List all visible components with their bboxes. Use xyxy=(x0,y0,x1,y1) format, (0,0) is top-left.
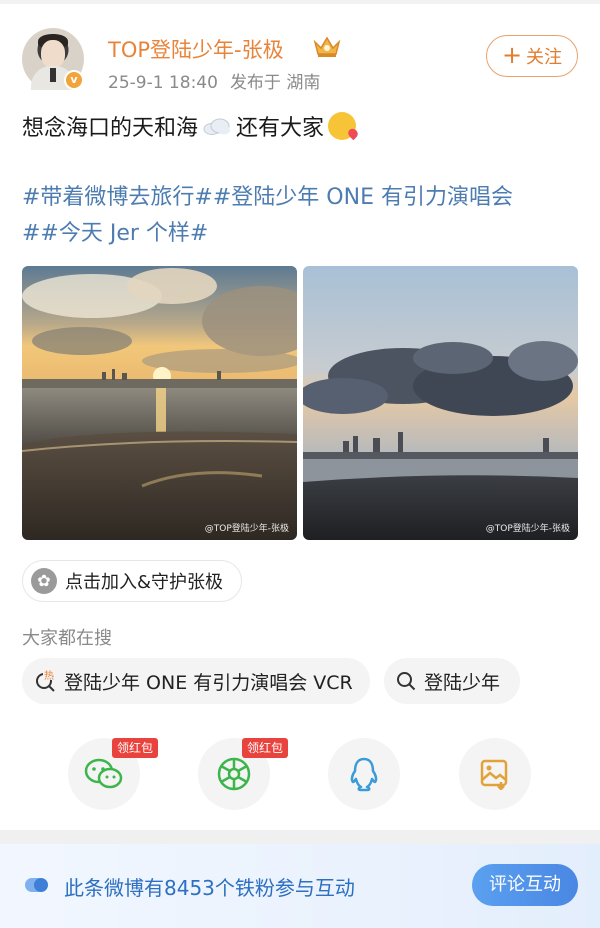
verified-badge-icon: v xyxy=(64,70,84,90)
fan-icon xyxy=(25,878,48,892)
avatar-face xyxy=(41,40,65,68)
flower-icon xyxy=(31,568,57,594)
cloud-photo-image xyxy=(303,266,578,540)
post-text: 想念海口的天和海 还有大家 xyxy=(22,110,357,142)
search-section-title: 大家都在搜 xyxy=(22,628,112,649)
red-packet-badge: 领红包 xyxy=(242,738,289,758)
fan-interaction-text: 此条微博有8453个铁粉参与互动 xyxy=(64,876,355,900)
avatar-tie xyxy=(50,68,56,82)
hot-mark: 热 xyxy=(44,670,54,682)
photo-watermark: @TOP登陆少年-张极 xyxy=(204,524,289,534)
kiss-emoji-icon xyxy=(328,112,357,140)
section-divider xyxy=(0,830,600,844)
red-packet-badge: 领红包 xyxy=(112,738,159,758)
photo-sunset-beach[interactable]: @TOP登陆少年-张极 xyxy=(22,266,297,540)
hot-search-icon: 热 xyxy=(36,670,56,692)
post-text-part2: 还有大家 xyxy=(236,116,325,141)
share-qq-button[interactable] xyxy=(328,738,400,810)
sunset-photo-image xyxy=(22,266,297,540)
hashtag-line-2[interactable]: ##今天 Jer 个样# xyxy=(22,216,582,252)
moments-icon xyxy=(217,757,251,791)
hashtag-line-1[interactable]: #带着微博去旅行##登陆少年 ONE 有引力演唱会 xyxy=(22,180,582,216)
wechat-icon xyxy=(84,758,123,789)
save-image-icon xyxy=(480,759,508,790)
search-icon xyxy=(397,672,416,691)
post-meta: 25-9-1 18:40 发布于 湖南 xyxy=(108,68,332,93)
search-chip-hot[interactable]: 热 登陆少年 ONE 有引力演唱会 VCR xyxy=(22,658,370,704)
search-chip-label: 登陆少年 xyxy=(424,671,501,694)
top-divider xyxy=(0,0,600,4)
join-label: 点击加入&守护张极 xyxy=(65,572,224,593)
search-chip[interactable]: 登陆少年 xyxy=(384,658,520,704)
post-text-part1: 想念海口的天和海 xyxy=(22,116,199,141)
photo-cloudy-beach[interactable]: @TOP登陆少年-张极 xyxy=(303,266,578,540)
username[interactable]: TOP登陆少年-张极 xyxy=(108,34,284,64)
cloud-icon xyxy=(203,118,231,135)
follow-button[interactable]: + 关注 xyxy=(486,35,578,77)
photo-watermark: @TOP登陆少年-张极 xyxy=(485,524,570,534)
save-image-button[interactable] xyxy=(459,738,531,810)
qq-icon xyxy=(350,757,378,792)
hashtags[interactable]: #带着微博去旅行##登陆少年 ONE 有引力演唱会 ##今天 Jer 个样# xyxy=(22,180,582,252)
comment-interact-button[interactable]: 评论互动 xyxy=(472,864,578,906)
search-chip-label: 登陆少年 ONE 有引力演唱会 VCR xyxy=(64,671,353,694)
post-location: 发布于 湖南 xyxy=(229,73,321,93)
crown-icon xyxy=(313,36,341,57)
plus-icon: + xyxy=(501,41,523,69)
join-fan-club-button[interactable]: 点击加入&守护张极 xyxy=(22,560,243,602)
follow-label: 关注 xyxy=(526,47,563,68)
post-date: 25-9-1 18:40 xyxy=(108,73,218,93)
